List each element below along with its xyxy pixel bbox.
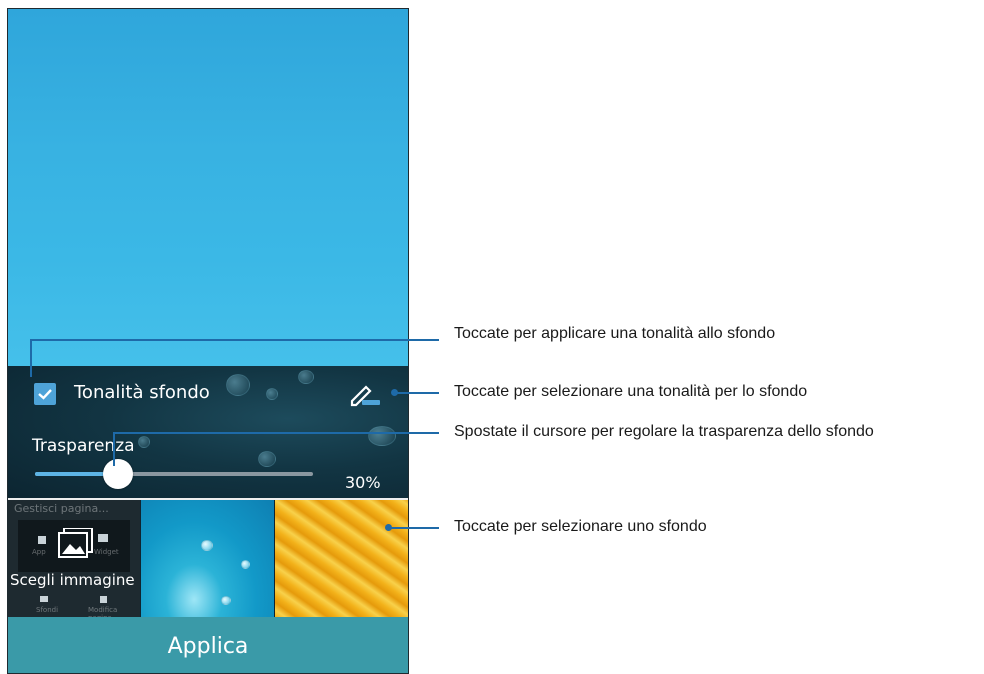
callout-wallpaper: Toccate per selezionare uno sfondo xyxy=(454,518,707,535)
edit-pencil-icon[interactable] xyxy=(348,381,382,407)
wallpaper-thumbnail-rope[interactable] xyxy=(275,500,408,617)
callout-line-tint-select xyxy=(395,392,439,394)
ghost-sfondi: Sfondi xyxy=(36,606,59,614)
wallpaper-preview xyxy=(8,9,408,366)
tint-label: Tonalità sfondo xyxy=(74,382,210,403)
ghost-modifica: Modifica pagina xyxy=(88,606,118,617)
edit-page-small-icon xyxy=(100,596,107,603)
choose-image-label: Scegli immagine xyxy=(10,571,135,589)
callout-line-wallpaper xyxy=(389,527,439,529)
transparency-label: Trasparenza xyxy=(32,436,135,456)
image-icon xyxy=(58,528,93,558)
callout-line-tint-apply xyxy=(30,339,32,377)
callout-tint-apply: Toccate per applicare una tonalità allo … xyxy=(454,325,776,342)
callout-tint-select: Toccate per selezionare una tonalità per… xyxy=(454,383,808,400)
widget-icon xyxy=(98,534,108,542)
wallpaper-small-icon xyxy=(40,596,48,602)
ghost-app: App xyxy=(32,548,46,556)
apps-grid-icon xyxy=(38,536,46,544)
phone-screen: Tonalità sfondo Trasparenza 30% Gestisci… xyxy=(7,8,409,674)
tint-checkbox[interactable] xyxy=(34,383,56,405)
callout-line-transparency-h xyxy=(113,432,439,434)
wallpaper-thumbnails: Gestisci pagina... App Widget Scegli imm… xyxy=(8,500,408,617)
mini-panel: App Widget xyxy=(18,520,130,572)
ghost-title: Gestisci pagina... xyxy=(14,502,109,515)
apply-button[interactable]: Applica xyxy=(8,617,408,673)
transparency-value: 30% xyxy=(345,473,381,492)
check-icon xyxy=(38,389,52,400)
transparency-slider[interactable] xyxy=(35,472,313,476)
callout-line-transparency-v xyxy=(113,432,115,466)
callout-transparency: Spostate il cursore per regolare la tras… xyxy=(454,423,874,440)
ghost-widget: Widget xyxy=(94,548,119,556)
wallpaper-thumbnail-water[interactable] xyxy=(141,500,274,617)
choose-image-thumbnail[interactable]: Gestisci pagina... App Widget Scegli imm… xyxy=(8,500,140,617)
callout-line-tint-apply-h xyxy=(30,339,439,341)
